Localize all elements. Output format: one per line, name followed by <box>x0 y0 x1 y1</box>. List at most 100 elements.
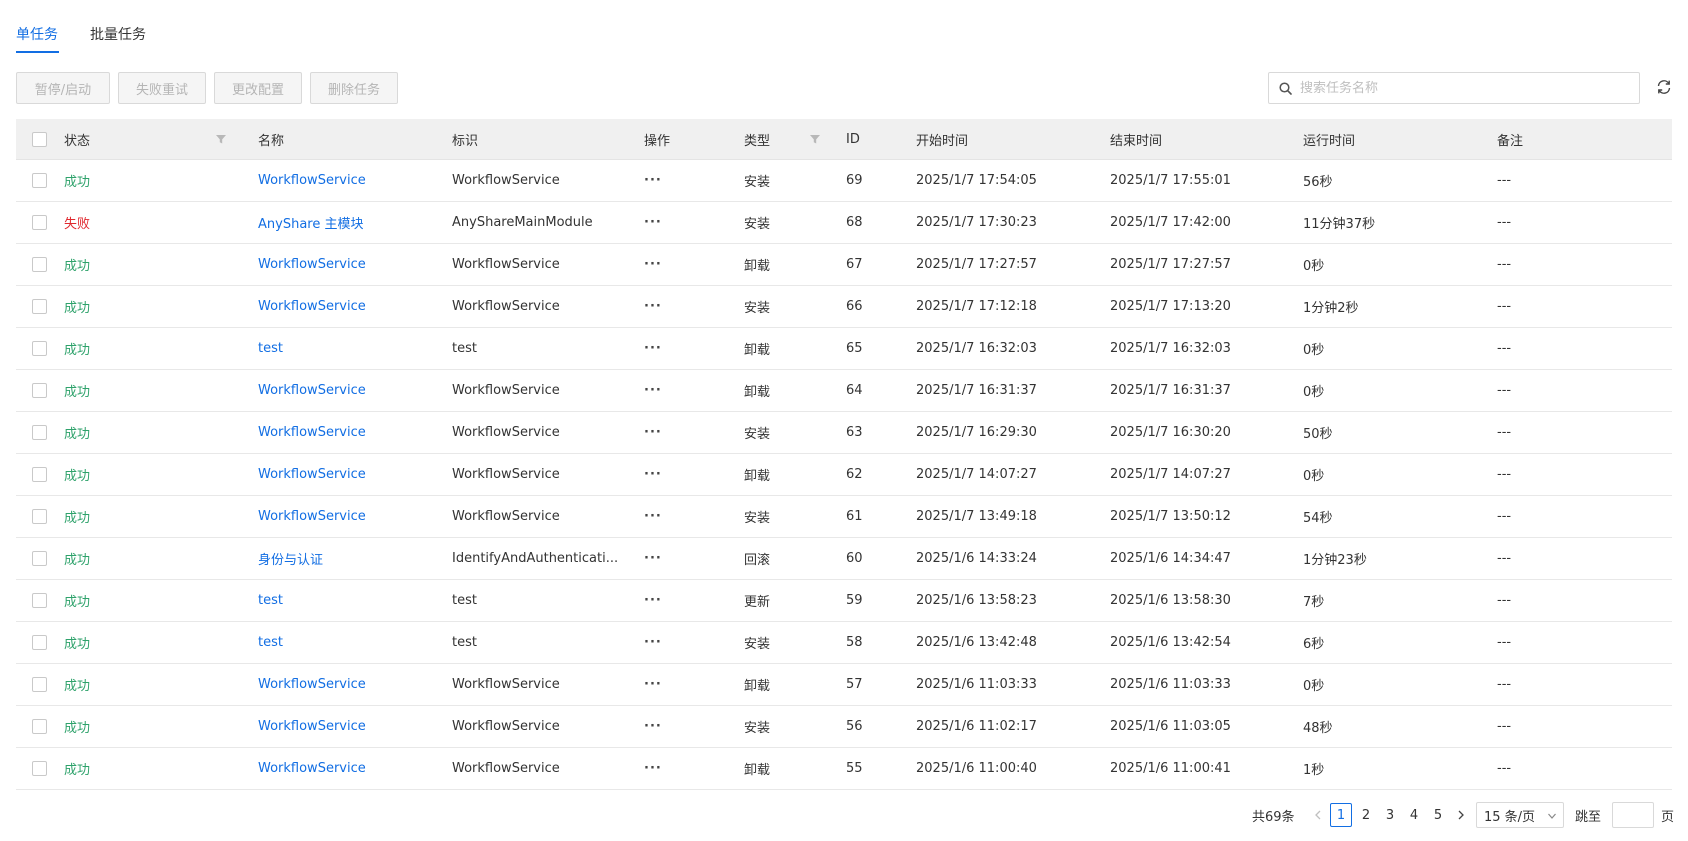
status-text: 成功 <box>64 469 91 484</box>
row-checkbox[interactable] <box>32 593 47 608</box>
task-name-link[interactable]: WorkflowService <box>258 496 443 537</box>
task-name-link[interactable]: AnyShare 主模块 <box>258 202 443 243</box>
more-actions-icon[interactable]: ··· <box>644 412 704 453</box>
page-1[interactable]: 1 <box>1330 803 1352 827</box>
table-row[interactable]: 成功 WorkflowService WorkflowService ··· 安装 69 2… <box>16 160 1672 202</box>
start-time: 2025/1/7 17:12:18 <box>916 299 1037 314</box>
more-actions-icon[interactable]: ··· <box>644 580 704 621</box>
header-duration: 运行时间 <box>1303 133 1356 149</box>
more-actions-icon[interactable]: ··· <box>644 664 704 705</box>
table-row[interactable]: 成功 WorkflowService WorkflowService ··· 卸载 57 2… <box>16 664 1672 706</box>
task-type: 安装 <box>744 721 771 736</box>
change-config-button[interactable]: 更改配置 <box>214 72 302 104</box>
row-checkbox[interactable] <box>32 551 47 566</box>
jump-page-input[interactable] <box>1612 802 1654 828</box>
type-filter-icon[interactable] <box>808 132 822 146</box>
row-checkbox[interactable] <box>32 635 47 650</box>
task-note: --- <box>1497 173 1512 188</box>
task-type: 卸载 <box>744 679 771 694</box>
task-name-link[interactable]: WorkflowService <box>258 454 443 495</box>
row-checkbox[interactable] <box>32 509 47 524</box>
table-row[interactable]: 成功 WorkflowService WorkflowService ··· 卸载 55 2… <box>16 748 1672 790</box>
more-actions-icon[interactable]: ··· <box>644 454 704 495</box>
page-3[interactable]: 3 <box>1379 802 1401 828</box>
more-actions-icon[interactable]: ··· <box>644 706 704 747</box>
table-row[interactable]: 成功 test test ··· 更新 59 2025/1/6 13:58:23 2025/1… <box>16 580 1672 622</box>
row-checkbox[interactable] <box>32 719 47 734</box>
table-row[interactable]: 成功 WorkflowService WorkflowService ··· 安装 56 2… <box>16 706 1672 748</box>
page-2[interactable]: 2 <box>1355 802 1377 828</box>
row-checkbox[interactable] <box>32 677 47 692</box>
row-checkbox[interactable] <box>32 425 47 440</box>
row-checkbox[interactable] <box>32 383 47 398</box>
table-row[interactable]: 成功 WorkflowService WorkflowService ··· 安装 66 2… <box>16 286 1672 328</box>
task-name-link[interactable]: WorkflowService <box>258 370 443 411</box>
end-time: 2025/1/7 14:07:27 <box>1110 467 1231 482</box>
row-checkbox[interactable] <box>32 761 47 776</box>
task-type: 安装 <box>744 511 771 526</box>
tab-batch-task[interactable]: 批量任务 <box>90 24 146 44</box>
more-actions-icon[interactable]: ··· <box>644 244 704 285</box>
start-time: 2025/1/6 13:42:48 <box>916 635 1037 650</box>
task-name-link[interactable]: WorkflowService <box>258 286 443 327</box>
delete-task-button[interactable]: 删除任务 <box>310 72 398 104</box>
run-duration: 0秒 <box>1303 469 1325 484</box>
more-actions-icon[interactable]: ··· <box>644 496 704 537</box>
task-name-link[interactable]: 身份与认证 <box>258 538 443 579</box>
task-name-link[interactable]: WorkflowService <box>258 748 443 789</box>
page-4[interactable]: 4 <box>1403 802 1425 828</box>
table-row[interactable]: 成功 WorkflowService WorkflowService ··· 卸载 64 2… <box>16 370 1672 412</box>
task-note: --- <box>1497 719 1512 734</box>
more-actions-icon[interactable]: ··· <box>644 160 704 201</box>
task-id: 64 <box>846 383 863 398</box>
total-count: 共69条 <box>1252 809 1295 825</box>
task-name-link[interactable]: test <box>258 580 443 621</box>
row-checkbox[interactable] <box>32 467 47 482</box>
table-row[interactable]: 成功 test test ··· 安装 58 2025/1/6 13:42:48 2025/1… <box>16 622 1672 664</box>
page-size-select[interactable]: 15 条/页 <box>1476 802 1564 828</box>
table-row[interactable]: 成功 WorkflowService WorkflowService ··· 卸载 67 2… <box>16 244 1672 286</box>
task-type: 安装 <box>744 175 771 190</box>
run-duration: 50秒 <box>1303 427 1333 442</box>
search-box[interactable] <box>1268 72 1640 104</box>
task-name-link[interactable]: WorkflowService <box>258 244 443 285</box>
more-actions-icon[interactable]: ··· <box>644 370 704 411</box>
table-row[interactable]: 失败 AnyShare 主模块 AnyShareMainModule ··· 安装 68 2… <box>16 202 1672 244</box>
task-name-link[interactable]: WorkflowService <box>258 412 443 453</box>
task-id: 66 <box>846 299 863 314</box>
more-actions-icon[interactable]: ··· <box>644 748 704 789</box>
next-page-icon[interactable] <box>1453 802 1469 828</box>
table-row[interactable]: 成功 WorkflowService WorkflowService ··· 安装 63 2… <box>16 412 1672 454</box>
task-name-link[interactable]: WorkflowService <box>258 160 443 201</box>
task-name-link[interactable]: WorkflowService <box>258 706 443 747</box>
more-actions-icon[interactable]: ··· <box>644 538 704 579</box>
row-checkbox[interactable] <box>32 257 47 272</box>
retry-failed-button[interactable]: 失败重试 <box>118 72 206 104</box>
search-input[interactable] <box>1298 79 1632 97</box>
task-id: 67 <box>846 257 863 272</box>
select-all-checkbox[interactable] <box>32 131 47 147</box>
tab-single-task[interactable]: 单任务 <box>16 24 58 44</box>
jump-page-field[interactable] <box>1612 806 1654 824</box>
table-row[interactable]: 成功 test test ··· 卸载 65 2025/1/7 16:32:03 2025/1… <box>16 328 1672 370</box>
status-filter-icon[interactable] <box>214 132 228 146</box>
more-actions-icon[interactable]: ··· <box>644 202 704 243</box>
row-checkbox[interactable] <box>32 173 47 188</box>
row-checkbox[interactable] <box>32 341 47 356</box>
table-row[interactable]: 成功 WorkflowService WorkflowService ··· 安装 61 2… <box>16 496 1672 538</box>
prev-page-icon[interactable] <box>1310 802 1326 828</box>
row-checkbox[interactable] <box>32 299 47 314</box>
table-row[interactable]: 成功 身份与认证 IdentifyAndAuthenticati... ··· 回滚 60… <box>16 538 1672 580</box>
task-name-link[interactable]: WorkflowService <box>258 664 443 705</box>
row-checkbox[interactable] <box>32 215 47 230</box>
task-type: 卸载 <box>744 385 771 400</box>
refresh-icon[interactable] <box>1655 78 1675 98</box>
pause-start-button[interactable]: 暂停/启动 <box>16 72 110 104</box>
more-actions-icon[interactable]: ··· <box>644 328 704 369</box>
page-5[interactable]: 5 <box>1427 802 1449 828</box>
table-row[interactable]: 成功 WorkflowService WorkflowService ··· 卸载 62 2… <box>16 454 1672 496</box>
task-name-link[interactable]: test <box>258 328 443 369</box>
more-actions-icon[interactable]: ··· <box>644 622 704 663</box>
task-name-link[interactable]: test <box>258 622 443 663</box>
more-actions-icon[interactable]: ··· <box>644 286 704 327</box>
